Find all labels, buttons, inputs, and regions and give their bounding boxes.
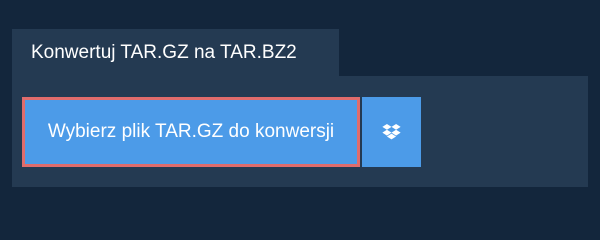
dropbox-button[interactable] bbox=[362, 97, 421, 167]
tab-title: Konwertuj TAR.GZ na TAR.BZ2 bbox=[31, 42, 297, 63]
dropbox-icon bbox=[382, 124, 401, 140]
converter-tab: Konwertuj TAR.GZ na TAR.BZ2 bbox=[12, 29, 339, 76]
choose-file-button[interactable]: Wybierz plik TAR.GZ do konwersji bbox=[22, 97, 360, 167]
choose-file-label: Wybierz plik TAR.GZ do konwersji bbox=[47, 121, 335, 142]
